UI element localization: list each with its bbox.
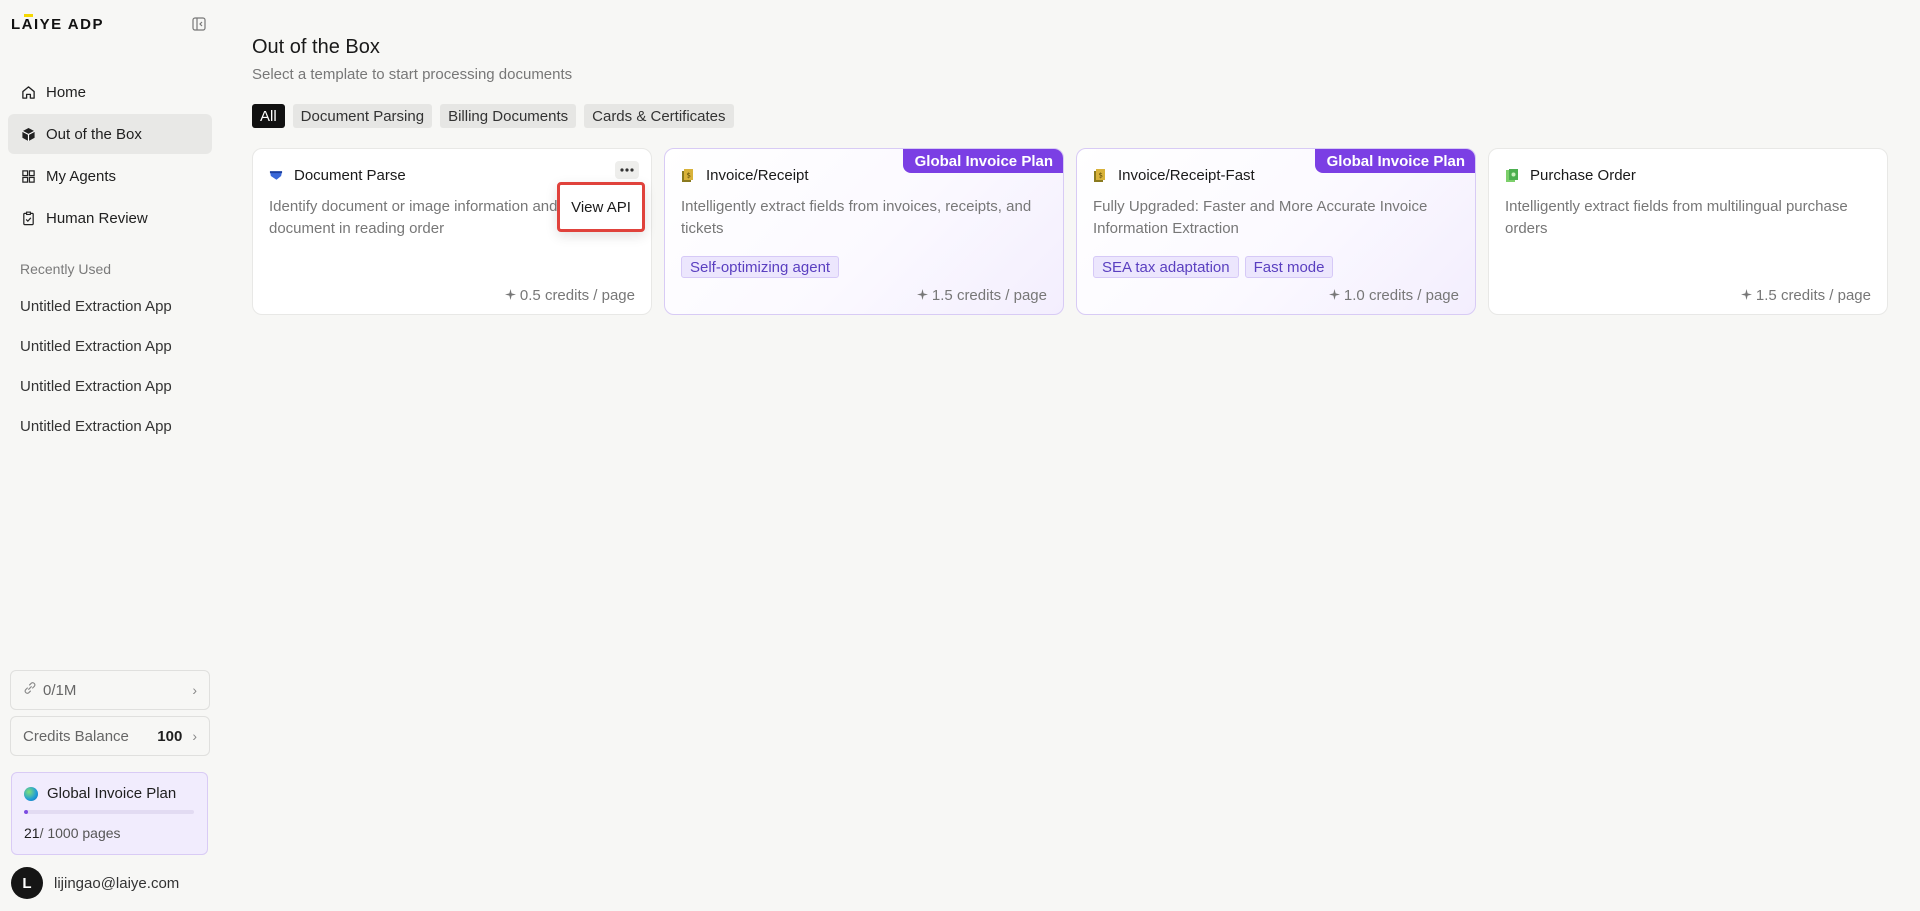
document-parse-icon [269, 168, 283, 182]
recent-item[interactable]: Untitled Extraction App [8, 326, 212, 366]
plan-usage-count: 21/ 1000 pages [24, 825, 195, 841]
sidebar-item-out-of-the-box[interactable]: Out of the Box [8, 114, 212, 154]
page-subtitle: Select a template to start processing do… [252, 66, 573, 83]
recent-item[interactable]: Untitled Extraction App [8, 406, 212, 446]
logo-row: LAIYE ADP [11, 13, 207, 34]
chevron-right-icon: › [192, 682, 197, 698]
recent-item[interactable]: Untitled Extraction App [8, 366, 212, 406]
view-api-menu-item[interactable]: View API [563, 193, 639, 222]
sidebar-item-label: Out of the Box [46, 125, 142, 143]
spark-icon [504, 287, 516, 304]
card-title: Invoice/Receipt-Fast [1118, 166, 1255, 184]
sidebar: LAIYE ADP Home Out of the Box My Agents … [0, 0, 220, 911]
plan-header: Global Invoice Plan [24, 785, 195, 802]
template-card-purchase-order[interactable]: Purchase Order Intelligently extract fie… [1488, 148, 1888, 315]
card-description: Intelligently extract fields from invoic… [681, 198, 1032, 237]
filter-all[interactable]: All [252, 104, 285, 128]
sidebar-item-my-agents[interactable]: My Agents [8, 156, 212, 196]
purchase-order-icon [1505, 168, 1519, 182]
filter-tabs: All Document Parsing Billing Documents C… [252, 104, 734, 128]
page-title: Out of the Box [252, 36, 380, 58]
filter-cards-certificates[interactable]: Cards & Certificates [584, 104, 734, 128]
user-email: lijingao@laiye.com [54, 874, 180, 892]
plan-total: / 1000 pages [39, 825, 121, 841]
sidebar-item-label: Home [46, 83, 87, 101]
credits-balance-button[interactable]: Credits Balance 100 › [10, 716, 210, 756]
card-credits-text: 0.5 credits / page [519, 287, 635, 304]
globe-icon [24, 786, 38, 801]
spark-icon [1328, 287, 1340, 304]
chevron-right-icon: › [192, 728, 197, 744]
card-credits-text: 1.0 credits / page [1343, 287, 1459, 304]
plan-ribbon: Global Invoice Plan [902, 149, 1063, 173]
card-tags: SEA tax adaptation Fast mode [1093, 256, 1459, 278]
cube-icon [20, 126, 36, 142]
card-options-menu: View API [557, 182, 645, 232]
plan-ribbon: Global Invoice Plan [1314, 149, 1475, 173]
template-card-invoice-receipt[interactable]: Global Invoice Plan $ Invoice/Receipt In… [664, 148, 1064, 315]
clipboard-check-icon [20, 210, 36, 226]
sidebar-item-label: Human Review [46, 209, 148, 227]
tag-sea-tax-adaptation: SEA tax adaptation [1093, 256, 1239, 278]
card-credits: 0.5 credits / page [504, 287, 635, 304]
plan-used: 21 [24, 825, 40, 841]
credits-value: 100 [157, 727, 183, 745]
plan-progress-bar [24, 810, 194, 814]
invoice-fast-icon: $ [1093, 168, 1107, 182]
recently-used-heading: Recently Used [20, 261, 112, 277]
app-logo[interactable]: LAIYE ADP [11, 13, 104, 33]
invoice-icon: $ [681, 168, 695, 182]
spark-icon [916, 287, 928, 304]
link-icon [23, 681, 37, 699]
plan-name: Global Invoice Plan [47, 785, 177, 802]
svg-text:$: $ [687, 171, 691, 179]
more-options-button[interactable] [615, 161, 639, 179]
filter-document-parsing[interactable]: Document Parsing [292, 104, 433, 128]
user-account[interactable]: L lijingao@laiye.com [11, 867, 179, 899]
usage-button[interactable]: 0/1M › [10, 670, 210, 710]
plan-progress-fill [24, 810, 28, 814]
card-credits: 1.5 credits / page [916, 287, 1047, 304]
card-title: Document Parse [294, 166, 406, 184]
plan-card[interactable]: Global Invoice Plan 21/ 1000 pages [11, 772, 208, 855]
card-credits: 1.0 credits / page [1328, 287, 1459, 304]
sidebar-item-home[interactable]: Home [8, 72, 212, 112]
card-title: Invoice/Receipt [706, 166, 809, 184]
recent-list: Untitled Extraction App Untitled Extract… [8, 286, 212, 446]
card-credits: 1.5 credits / page [1740, 287, 1871, 304]
sidebar-collapse-icon[interactable] [191, 16, 207, 32]
filter-billing-documents[interactable]: Billing Documents [440, 104, 577, 128]
recent-item[interactable]: Untitled Extraction App [8, 286, 212, 326]
credits-label: Credits Balance [23, 727, 129, 745]
tag-self-optimizing-agent: Self-optimizing agent [681, 256, 840, 278]
tag-fast-mode: Fast mode [1244, 256, 1334, 278]
ellipsis-icon [620, 168, 634, 172]
template-card-invoice-receipt-fast[interactable]: Global Invoice Plan $ Invoice/Receipt-Fa… [1076, 148, 1476, 315]
card-description: Intelligently extract fields from multil… [1505, 198, 1848, 237]
grid-icon [20, 168, 36, 184]
card-credits-text: 1.5 credits / page [1755, 287, 1871, 304]
sidebar-item-label: My Agents [46, 167, 117, 185]
card-title: Purchase Order [1530, 166, 1636, 184]
sidebar-nav: Home Out of the Box My Agents Human Revi… [8, 72, 212, 240]
spark-icon [1740, 287, 1752, 304]
usage-label: 0/1M [43, 681, 77, 699]
card-description: Fully Upgraded: Faster and More Accurate… [1093, 198, 1428, 237]
card-tags: Self-optimizing agent [681, 256, 1047, 278]
card-header: Purchase Order [1505, 165, 1871, 185]
avatar: L [11, 867, 43, 899]
home-icon [20, 84, 36, 100]
svg-text:$: $ [1099, 171, 1103, 179]
card-credits-text: 1.5 credits / page [931, 287, 1047, 304]
sidebar-item-human-review[interactable]: Human Review [8, 198, 212, 238]
